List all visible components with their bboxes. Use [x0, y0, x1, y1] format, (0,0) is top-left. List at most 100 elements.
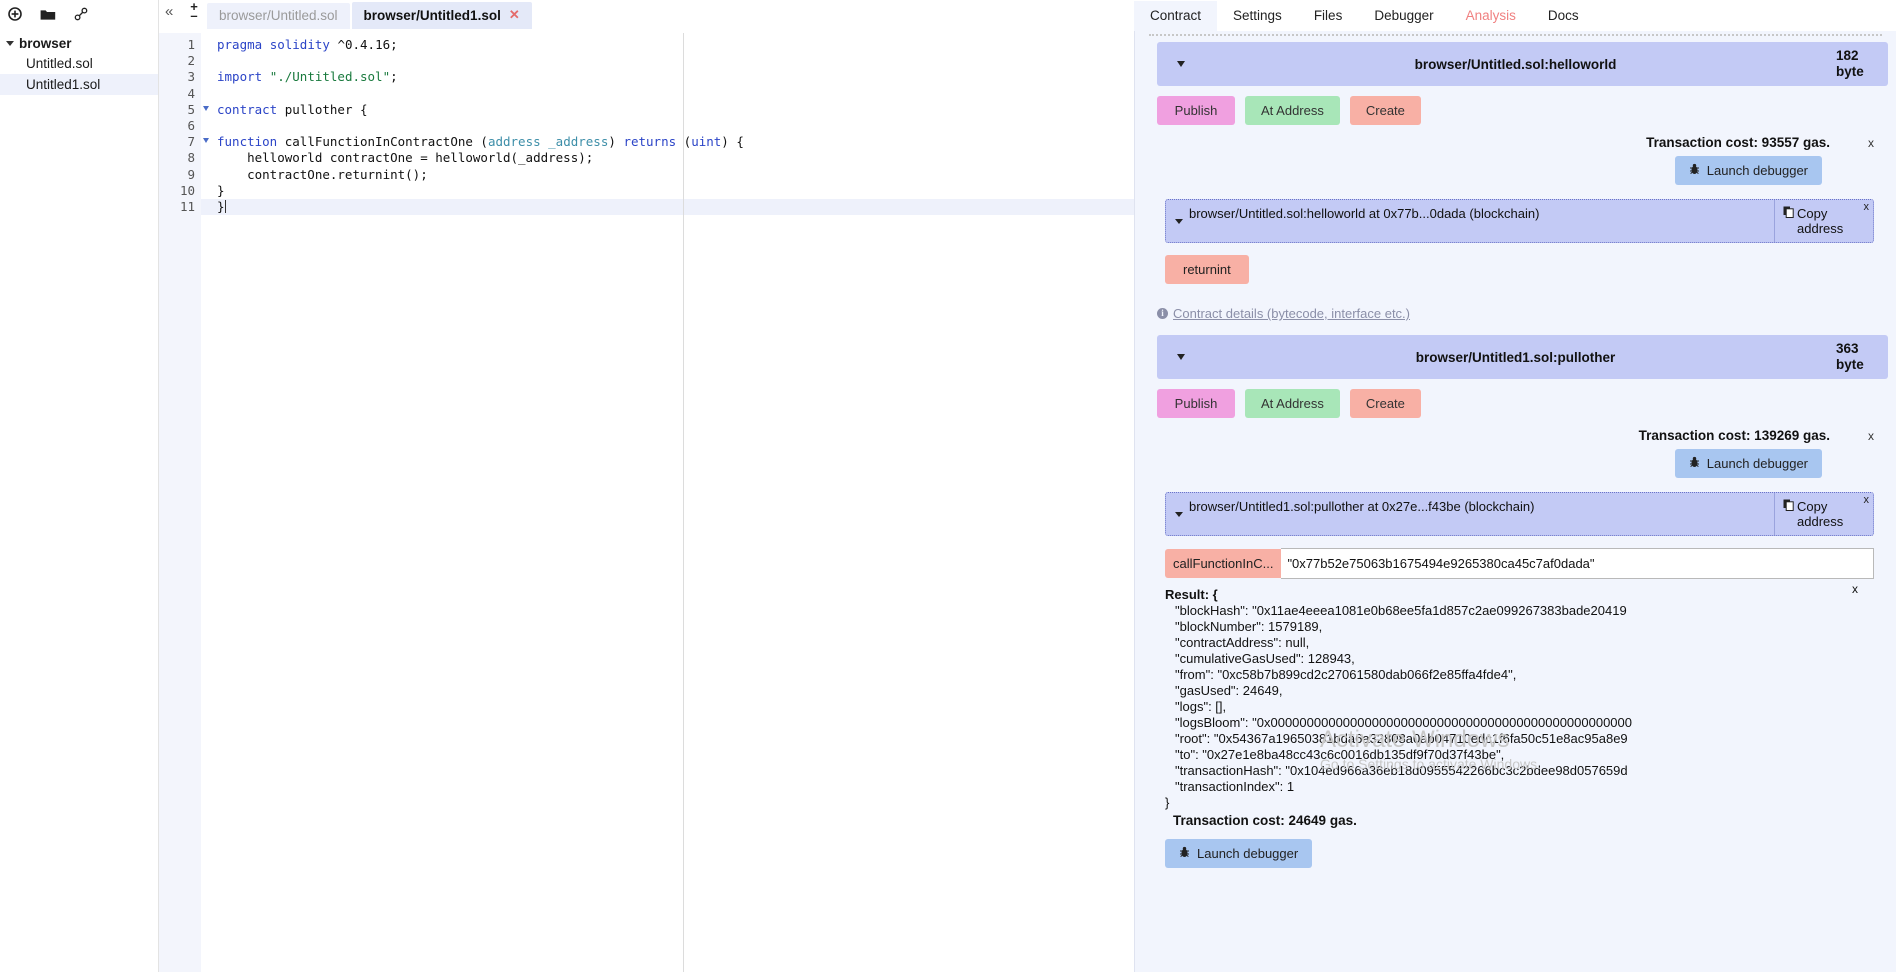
contract-tab-content: browser/Untitled.sol:helloworld 182 byte… [1134, 31, 1896, 972]
contract-bytecode-size: 363 byte [1836, 341, 1864, 372]
launch-debugger-button[interactable]: Launch debugger [1674, 449, 1822, 478]
function-row-callfunctionincontractone: callFunctionInC... [1143, 548, 1888, 579]
tab-files[interactable]: Files [1298, 1, 1359, 31]
launch-debugger-label: Launch debugger [1706, 163, 1808, 178]
code-line: helloworld contractOne = helloworld(_add… [217, 150, 594, 166]
publish-button[interactable]: Publish [1157, 96, 1235, 125]
publish-button[interactable]: Publish [1157, 389, 1235, 418]
contract-bytecode-size: 182 byte [1836, 48, 1864, 79]
create-button[interactable]: Create [1349, 389, 1421, 418]
editor-zoom-controls: + – [186, 0, 202, 22]
line-number: 6 [187, 117, 195, 133]
editor-split-divider[interactable] [683, 33, 684, 972]
bug-icon [1689, 163, 1700, 178]
remix-ide-window: browser Untitled.sol Untitled1.sol « + –… [0, 0, 1896, 972]
chevron-down-icon [1177, 354, 1185, 360]
at-address-button[interactable]: At Address [1245, 96, 1340, 125]
tab-label: browser/Untitled1.sol [363, 7, 501, 23]
info-icon: i [1157, 308, 1168, 319]
create-button[interactable]: Create [1349, 96, 1421, 125]
code-editor[interactable]: 1 2 3 4 5 6 7 8 9 10 11 pragma solidity … [159, 33, 1134, 972]
line-number: 11 [179, 198, 195, 214]
tab-browser-untitled1-sol[interactable]: browser/Untitled1.sol ✕ [351, 2, 532, 29]
result-line: "logs": [], [1175, 699, 1227, 714]
tab-debugger[interactable]: Debugger [1358, 1, 1449, 31]
open-folder-icon[interactable] [39, 5, 57, 23]
copy-address-button[interactable]: Copy address [1774, 200, 1873, 242]
launch-debugger-button[interactable]: Launch debugger [1674, 156, 1822, 185]
chevron-down-icon[interactable] [1175, 218, 1183, 224]
result-line: "blockHash": "0x11ae4eeea1081e0b68ee5fa1… [1175, 603, 1627, 618]
function-button-callfunctionincontractone[interactable]: callFunctionInC... [1165, 549, 1282, 578]
result-line: "from": "0xc58b7b899cd2c27061580dab066f2… [1175, 667, 1517, 682]
create-file-icon[interactable] [6, 5, 24, 23]
copy-address-label: Copy address [1797, 499, 1844, 529]
line-number: 1 [187, 37, 195, 52]
close-icon[interactable]: x [1864, 494, 1870, 506]
divider [1149, 34, 1882, 36]
file-tree-item-untitled[interactable]: Untitled.sol [0, 53, 158, 74]
tab-analysis[interactable]: Analysis [1450, 1, 1532, 31]
line-number: 5 [159, 102, 209, 118]
result-line: "cumulativeGasUsed": 128943, [1175, 651, 1355, 666]
close-icon[interactable]: x [1864, 201, 1870, 213]
collapse-sidebar-button[interactable]: « [165, 4, 173, 19]
tab-docs[interactable]: Docs [1532, 1, 1595, 31]
close-icon[interactable]: x [1868, 136, 1874, 150]
result-closing-brace: } [1165, 795, 1170, 810]
code-line: } [201, 198, 1134, 216]
launch-debugger-row-result: Launch debugger [1143, 839, 1888, 868]
transaction-cost-label: Transaction cost: 93557 gas. [1646, 135, 1830, 150]
zoom-out-button[interactable]: – [190, 9, 197, 22]
file-explorer-toolbar [0, 0, 158, 28]
contract-details-label: Contract details (bytecode, interface et… [1173, 306, 1411, 321]
instance-label: browser/Untitled1.sol:pullother at 0x27e… [1189, 499, 1535, 514]
launch-debugger-button[interactable]: Launch debugger [1165, 839, 1313, 868]
contract-header-pullother[interactable]: browser/Untitled1.sol:pullother 363 byte [1157, 335, 1888, 379]
chevron-down-icon [1177, 61, 1185, 67]
line-number: 3 [187, 69, 195, 85]
code-lines[interactable]: pragma solidity ^0.4.16; import "./Untit… [201, 33, 1134, 972]
contract-title: browser/Untitled.sol:helloworld [1414, 56, 1617, 72]
contract-action-buttons-helloworld: Publish At Address Create [1143, 86, 1888, 125]
file-tree-root[interactable]: browser [0, 34, 158, 53]
contract-instance-pullother[interactable]: browser/Untitled1.sol:pullother at 0x27e… [1165, 492, 1874, 536]
tab-browser-untitled-sol[interactable]: browser/Untitled.sol [207, 3, 350, 29]
contract-header-helloworld[interactable]: browser/Untitled.sol:helloworld 182 byte [1157, 42, 1888, 86]
code-line: function callFunctionInContractOne (addr… [217, 134, 744, 150]
right-panel: » Contract Settings Files Debugger Analy… [1134, 0, 1896, 972]
chevron-down-icon[interactable] [1175, 511, 1183, 517]
launch-debugger-label: Launch debugger [1197, 846, 1299, 861]
right-panel-tab-bar: Contract Settings Files Debugger Analysi… [1134, 0, 1896, 31]
file-tree-item-untitled1[interactable]: Untitled1.sol [0, 74, 158, 95]
function-argument-input[interactable] [1281, 548, 1874, 579]
line-number: 2 [187, 53, 195, 69]
file-tree-root-label: browser [19, 36, 72, 51]
close-icon[interactable]: ✕ [509, 7, 520, 23]
copy-address-button[interactable]: Copy address [1774, 493, 1873, 535]
contract-title: browser/Untitled1.sol:pullother [1415, 349, 1616, 365]
at-address-button[interactable]: At Address [1245, 389, 1340, 418]
bug-icon [1689, 456, 1700, 471]
code-line: pragma solidity ^0.4.16; [217, 37, 398, 52]
transaction-cost-label: Transaction cost: 139269 gas. [1638, 428, 1830, 443]
transaction-cost-row-pullother: Transaction cost: 139269 gas. x [1143, 428, 1888, 443]
contract-details-link[interactable]: i Contract details (bytecode, interface … [1157, 306, 1888, 321]
transaction-result: x Result: { "blockHash": "0x11ae4eeea108… [1143, 579, 1888, 829]
contract-instance-helloworld[interactable]: browser/Untitled.sol:helloworld at 0x77b… [1165, 199, 1874, 243]
function-button-returnint[interactable]: returnint [1165, 255, 1249, 284]
editor-topbar: « + – browser/Untitled.sol browser/Untit… [159, 0, 1134, 33]
result-line: "transactionIndex": 1 [1175, 779, 1295, 794]
result-line: "transactionHash": "0x104ed966a36eb18d09… [1175, 763, 1628, 778]
result-line: "root": "0x54367a19650381bda6a32808a0ab0… [1175, 731, 1628, 746]
tab-label: browser/Untitled.sol [219, 8, 338, 23]
link-icon[interactable] [72, 5, 90, 23]
line-number: 8 [187, 150, 195, 166]
result-line: "contractAddress": null, [1175, 635, 1310, 650]
line-number: 4 [187, 85, 195, 101]
close-icon[interactable]: x [1852, 581, 1858, 597]
tab-contract[interactable]: Contract [1134, 0, 1218, 31]
tab-settings[interactable]: Settings [1217, 1, 1298, 31]
close-icon[interactable]: x [1868, 429, 1874, 443]
